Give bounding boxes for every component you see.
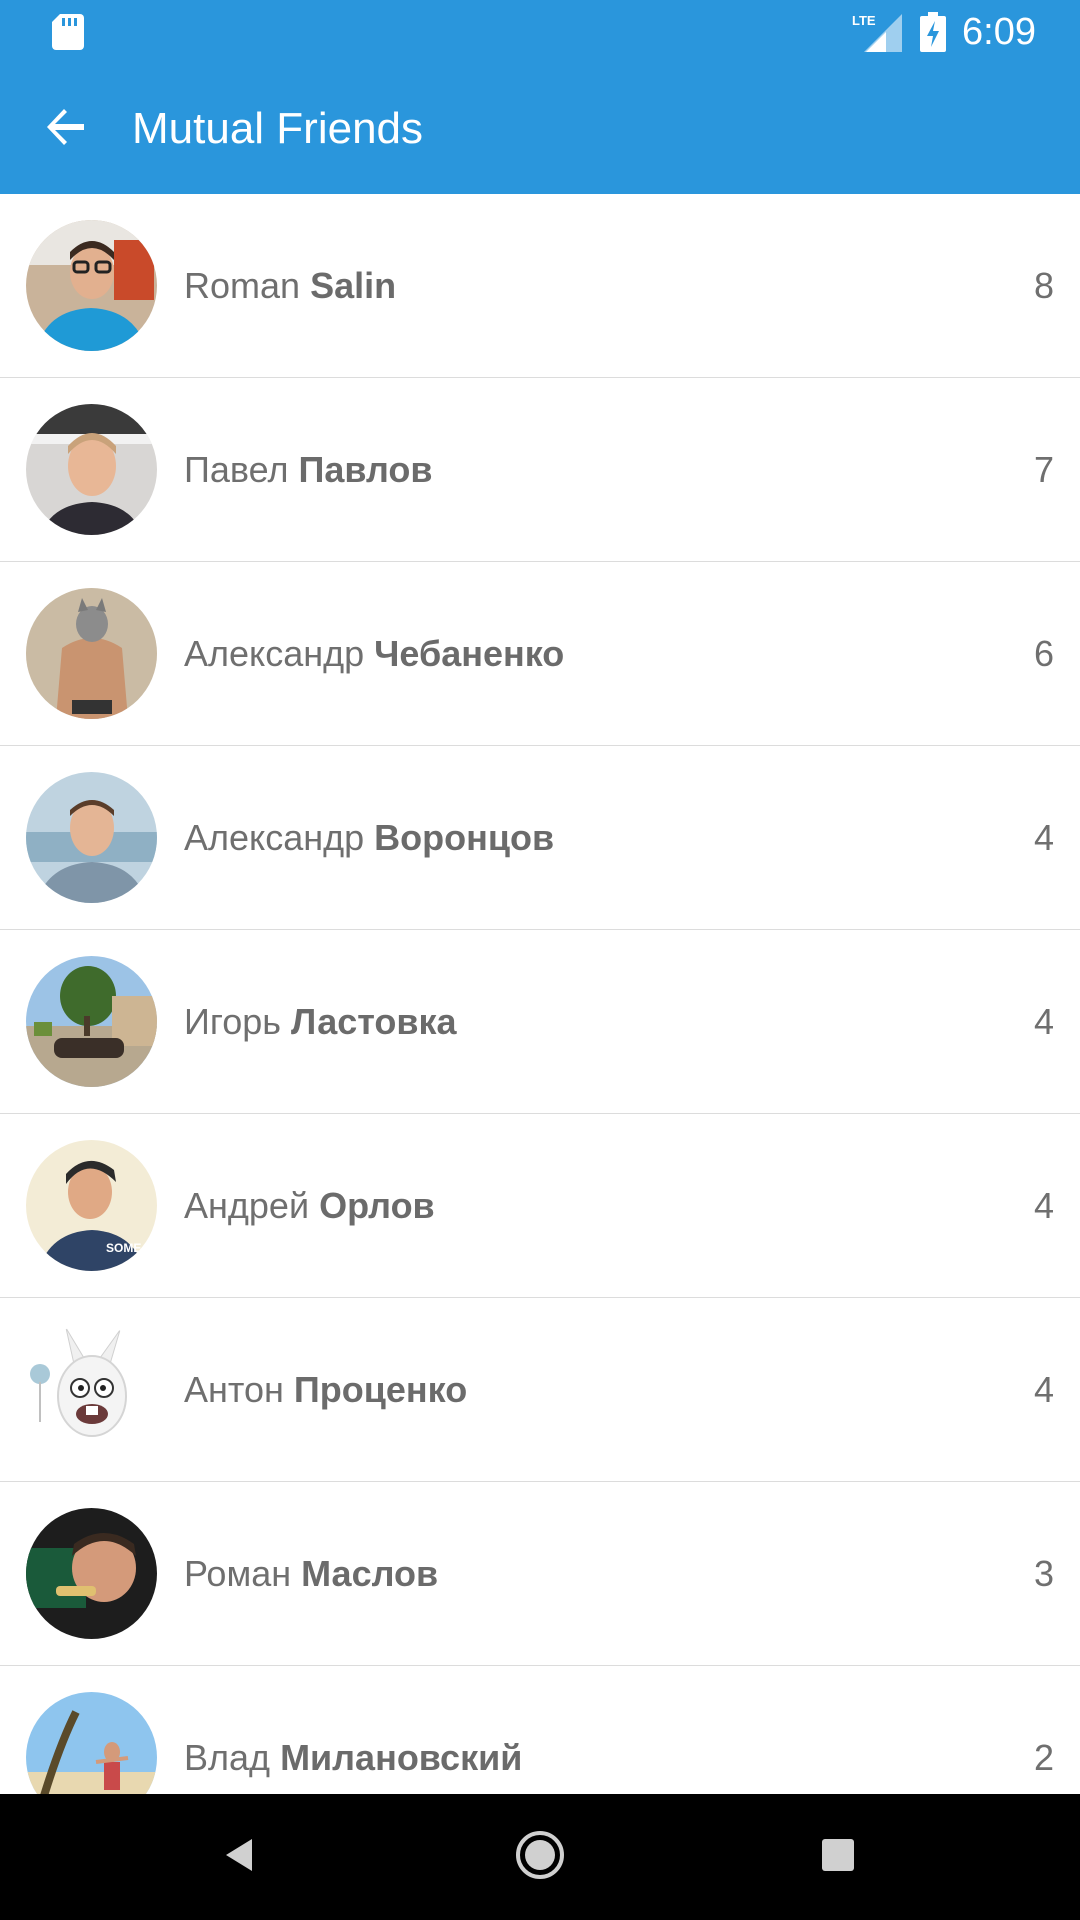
first-name: Андрей <box>184 1185 310 1226</box>
avatar <box>26 588 157 719</box>
friend-name: Павел Павлов <box>184 378 433 561</box>
status-bar: LTE 6:09 <box>0 0 1080 63</box>
last-name: Орлов <box>319 1185 435 1226</box>
nav-back-button[interactable] <box>200 1817 280 1897</box>
last-name: Милановский <box>280 1737 523 1778</box>
svg-text:LTE: LTE <box>852 13 876 28</box>
nav-recents-icon <box>820 1837 856 1878</box>
friend-row[interactable]: Игорь Ластовка 4 <box>0 930 1080 1114</box>
mutual-count: 4 <box>1033 1185 1054 1226</box>
mutual-count: 6 <box>1033 633 1054 674</box>
friend-row[interactable]: Роман Маслов 3 <box>0 1482 1080 1666</box>
mutual-friends-list[interactable]: Roman Salin 8 Павел Павлов 7 Александр Ч… <box>0 194 1080 1794</box>
friend-row[interactable]: Roman Salin 8 <box>0 194 1080 378</box>
avatar <box>26 404 157 535</box>
first-name: Roman <box>184 265 301 306</box>
avatar <box>26 220 157 351</box>
friend-name: Роман Маслов <box>184 1482 438 1665</box>
friend-name: Андрей Орлов <box>184 1114 435 1297</box>
last-name: Чебаненко <box>374 633 565 674</box>
battery-charging-icon <box>920 12 946 52</box>
arrow-back-icon <box>44 105 88 154</box>
last-name: Павлов <box>298 449 433 490</box>
nav-back-icon <box>220 1835 260 1880</box>
friend-row[interactable]: Антон Проценко 4 <box>0 1298 1080 1482</box>
mutual-count: 4 <box>1033 1001 1054 1042</box>
first-name: Александр <box>184 633 365 674</box>
friend-name: Александр Чебаненко <box>184 562 564 745</box>
svg-text:SOME: SOME <box>106 1241 141 1255</box>
mutual-count: 7 <box>1033 449 1054 490</box>
friend-row[interactable]: SOME Андрей Орлов 4 <box>0 1114 1080 1298</box>
friend-name: Roman Salin <box>184 194 396 377</box>
lte-signal-icon: LTE <box>852 12 902 52</box>
first-name: Роман <box>184 1553 292 1594</box>
avatar <box>26 956 157 1087</box>
friend-row[interactable]: Александр Чебаненко 6 <box>0 562 1080 746</box>
first-name: Влад <box>184 1737 271 1778</box>
nav-home-button[interactable] <box>500 1817 580 1897</box>
last-name: Проценко <box>293 1369 468 1410</box>
nav-home-icon <box>514 1829 566 1886</box>
avatar <box>26 772 157 903</box>
back-button[interactable] <box>28 91 104 167</box>
page-title: Mutual Friends <box>132 104 424 153</box>
last-name: Salin <box>310 265 397 306</box>
sd-card-icon <box>52 14 84 50</box>
first-name: Павел <box>184 449 289 490</box>
mutual-count: 8 <box>1033 265 1054 306</box>
avatar <box>26 1508 157 1639</box>
first-name: Александр <box>184 817 365 858</box>
navigation-bar <box>0 1794 1080 1920</box>
friend-name: Игорь Ластовка <box>184 930 457 1113</box>
friend-row[interactable]: Александр Воронцов 4 <box>0 746 1080 930</box>
avatar <box>26 1692 157 1794</box>
first-name: Антон <box>184 1369 284 1410</box>
last-name: Маслов <box>301 1553 439 1594</box>
last-name: Воронцов <box>374 817 555 858</box>
friend-name: Антон Проценко <box>184 1298 467 1481</box>
last-name: Ластовка <box>291 1001 457 1042</box>
status-time: 6:09 <box>962 11 1036 53</box>
avatar <box>26 1324 157 1455</box>
app-bar: Mutual Friends <box>0 63 1080 194</box>
friend-row[interactable]: Влад Милановский 2 <box>0 1666 1080 1794</box>
friend-row[interactable]: Павел Павлов 7 <box>0 378 1080 562</box>
mutual-count: 3 <box>1033 1553 1054 1594</box>
friend-name: Александр Воронцов <box>184 746 554 929</box>
mutual-count: 4 <box>1033 817 1054 858</box>
mutual-count: 2 <box>1033 1737 1054 1778</box>
first-name: Игорь <box>184 1001 282 1042</box>
friend-name: Влад Милановский <box>184 1666 522 1794</box>
nav-recents-button[interactable] <box>798 1817 878 1897</box>
avatar: SOME <box>26 1140 157 1271</box>
mutual-count: 4 <box>1033 1369 1054 1410</box>
